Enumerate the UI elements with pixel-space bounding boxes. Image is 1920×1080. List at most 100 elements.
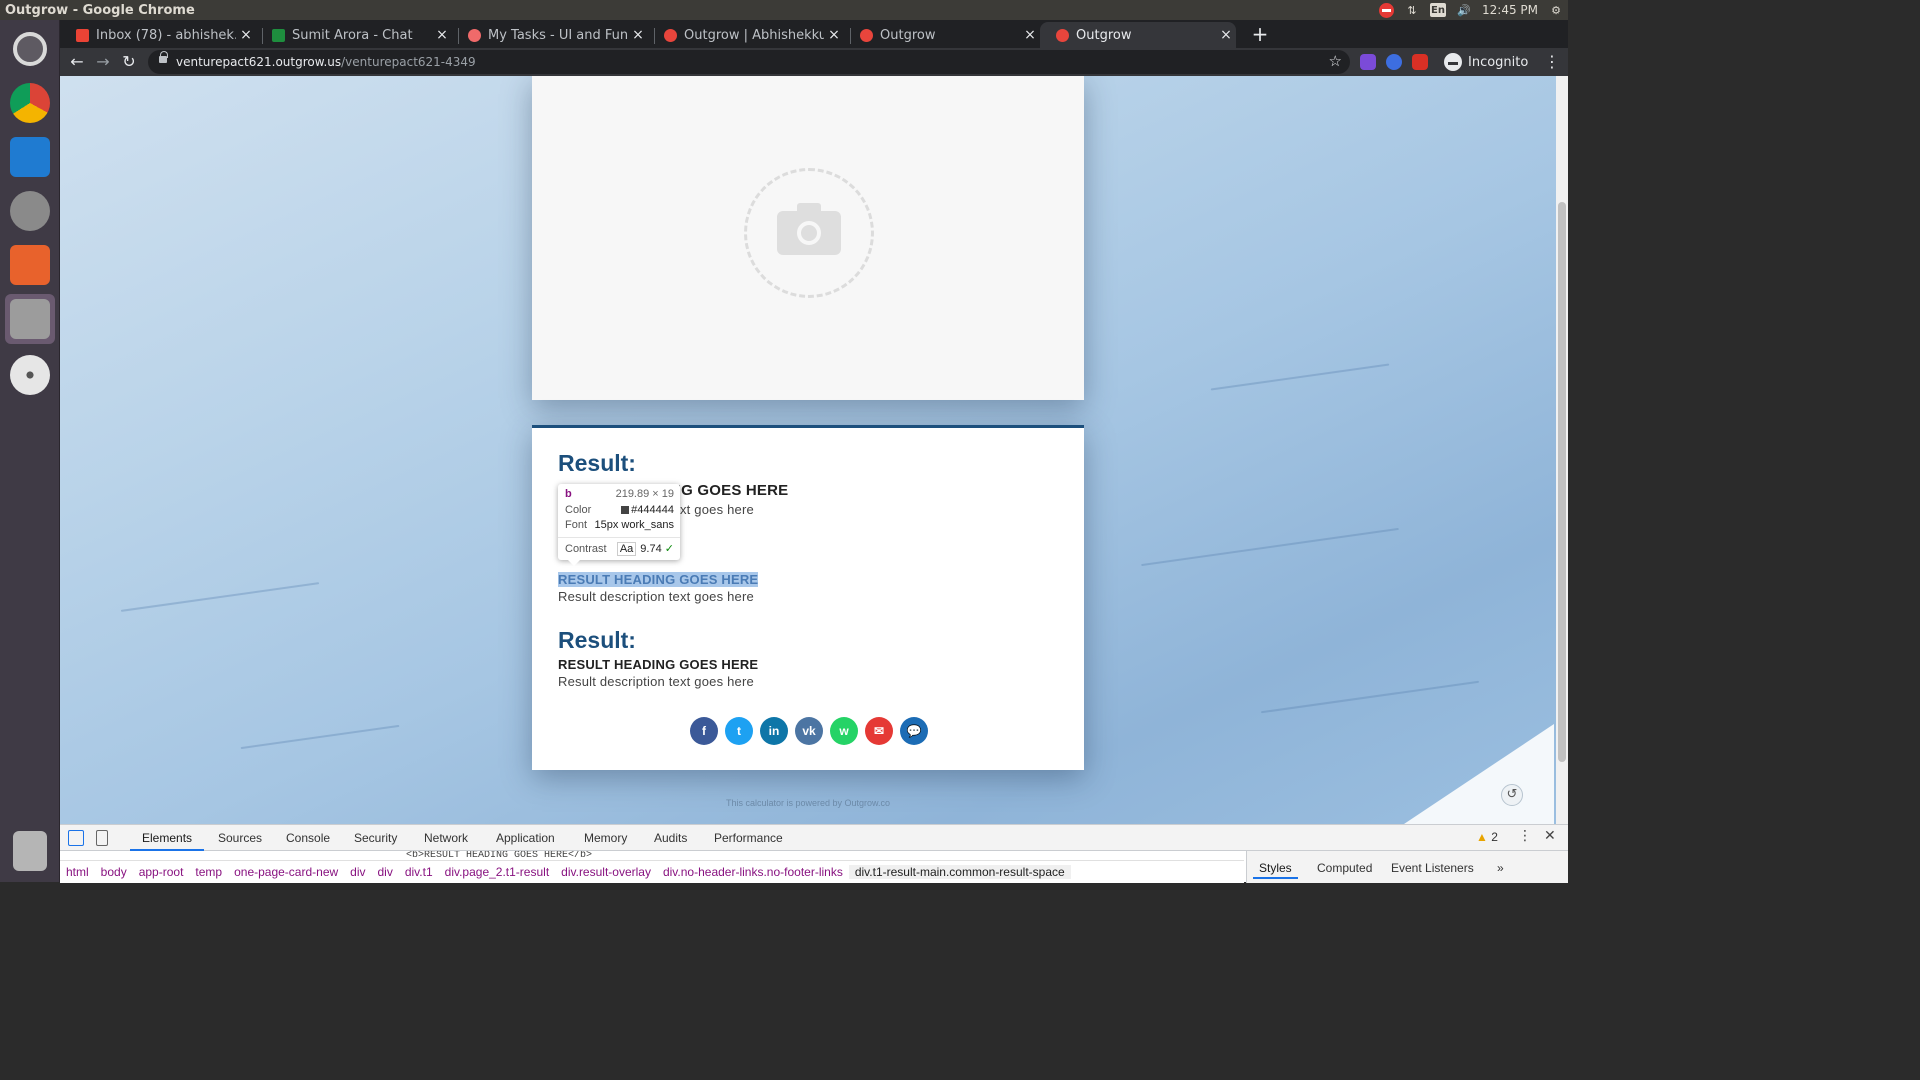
os-top-bar: Outgrow - Google Chrome ⇅ En 🔊 12:45 PM …: [0, 0, 1568, 20]
address-bar[interactable]: venturepact621.outgrow.us/venturepact621…: [148, 50, 1350, 74]
devtools-tab-application[interactable]: Application: [484, 825, 567, 851]
vk-share-button[interactable]: vk: [795, 717, 823, 745]
vscode-launcher-icon[interactable]: [5, 132, 55, 182]
breadcrumb-item[interactable]: body: [95, 865, 133, 879]
tab-close-icon[interactable]: ×: [432, 27, 452, 43]
inspect-element-icon[interactable]: [68, 830, 84, 846]
devtools-tab-sources[interactable]: Sources: [206, 825, 274, 851]
devtools-close-icon[interactable]: ✕: [1544, 828, 1556, 844]
breadcrumb-item[interactable]: div: [344, 865, 371, 879]
side-tabs-more-icon[interactable]: »: [1491, 857, 1510, 879]
extension-badge-icon[interactable]: [1412, 54, 1428, 70]
files-launcher-icon[interactable]: [5, 294, 55, 344]
devtools-tab-security[interactable]: Security: [342, 825, 409, 851]
devtools-tab-memory[interactable]: Memory: [572, 825, 639, 851]
breadcrumb-item-current[interactable]: div.t1-result-main.common-result-space: [848, 865, 1071, 879]
tab-close-icon[interactable]: ×: [824, 27, 844, 43]
browser-toolbar: ← → ↻ venturepact621.outgrow.us/venturep…: [60, 48, 1568, 76]
window-title: Outgrow - Google Chrome: [5, 2, 195, 18]
chrome-launcher-icon[interactable]: [5, 78, 55, 128]
breadcrumb-item[interactable]: one-page-card-new: [228, 865, 344, 879]
browser-tab-outgrow-1[interactable]: Outgrow | Abhishekkuma ×: [648, 22, 844, 48]
disc-launcher-icon[interactable]: [5, 350, 55, 400]
breadcrumb-item[interactable]: app-root: [133, 865, 190, 879]
breadcrumb-item[interactable]: div.result-overlay: [555, 865, 657, 879]
tooltip-contrast-value: 9.74: [640, 543, 662, 555]
trash-launcher-icon[interactable]: [5, 826, 55, 876]
breadcrumb-item[interactable]: temp: [189, 865, 228, 879]
system-settings-launcher-icon[interactable]: [5, 186, 55, 236]
breadcrumb-item[interactable]: div.t1: [399, 865, 439, 879]
incognito-profile[interactable]: Incognito: [1444, 51, 1528, 73]
reset-icon[interactable]: ↺: [1501, 784, 1523, 806]
outgrow-icon: [860, 28, 873, 42]
back-arrow-icon[interactable]: ←: [66, 51, 88, 73]
tooltip-tag: b: [565, 488, 572, 500]
linkedin-share-button[interactable]: in: [760, 717, 788, 745]
forward-arrow-icon[interactable]: →: [92, 51, 114, 73]
tab-close-icon[interactable]: ×: [236, 27, 256, 43]
devtools-tab-console[interactable]: Console: [274, 825, 342, 851]
keyboard-language[interactable]: En: [1430, 3, 1446, 17]
lock-icon[interactable]: [159, 51, 168, 63]
devtools-tabbar: Elements Sources Console Security Networ…: [60, 825, 1568, 851]
devtools-tab-performance[interactable]: Performance: [702, 825, 795, 851]
software-center-launcher-icon[interactable]: [5, 240, 55, 290]
ubuntu-home-icon[interactable]: [5, 24, 55, 74]
system-tray: ⇅ En 🔊 12:45 PM ⚙: [1379, 0, 1564, 20]
image-placeholder: [744, 168, 874, 298]
browser-tab-chat[interactable]: Sumit Arora - Chat ×: [256, 22, 452, 48]
color-swatch: [621, 506, 630, 514]
extension-gear-icon[interactable]: [1386, 54, 1402, 70]
tab-close-icon[interactable]: ×: [628, 27, 648, 43]
reload-icon[interactable]: ↻: [118, 51, 140, 73]
side-tab-event-listeners[interactable]: Event Listeners: [1385, 857, 1480, 879]
side-tab-computed[interactable]: Computed: [1311, 857, 1378, 879]
check-icon: ✓: [664, 543, 674, 555]
page-scrollbar[interactable]: [1556, 76, 1568, 824]
breadcrumb-item[interactable]: div.page_2.t1-result: [439, 865, 556, 879]
result-heading: RESULT HEADING GOES HERE: [558, 657, 759, 672]
result-title: Result:: [558, 627, 636, 653]
tab-close-icon[interactable]: ×: [1020, 27, 1040, 43]
warnings-badge[interactable]: ▲ 2: [1476, 830, 1498, 844]
extension-pen-icon[interactable]: [1360, 54, 1376, 70]
ubuntu-launcher: [0, 20, 60, 882]
dom-breadcrumbs: html body app-root temp one-page-card-ne…: [60, 860, 1244, 883]
device-toolbar-icon[interactable]: [96, 830, 108, 846]
browser-tab-tasks[interactable]: My Tasks - UI and Functior ×: [452, 22, 648, 48]
whatsapp-share-button[interactable]: w: [830, 717, 858, 745]
tooltip-font-value: 15px work_sans: [594, 519, 675, 531]
volume-icon[interactable]: 🔊: [1456, 3, 1472, 17]
settings-gear-icon[interactable]: ⚙: [1548, 3, 1564, 17]
clock[interactable]: 12:45 PM: [1482, 3, 1538, 17]
notification-stop-icon[interactable]: [1379, 2, 1394, 18]
email-share-button[interactable]: ✉: [865, 717, 893, 745]
devtools-tab-elements[interactable]: Elements: [130, 825, 205, 851]
messenger-share-button[interactable]: 💬: [900, 717, 928, 745]
breadcrumb-item[interactable]: div: [372, 865, 399, 879]
result-card: Result: RESULT HEADING GOES HERE Result …: [532, 425, 1084, 770]
url-text[interactable]: venturepact621.outgrow.us/venturepact621…: [176, 55, 476, 69]
breadcrumb-item[interactable]: div.no-header-links.no-footer-links: [657, 865, 849, 879]
facebook-share-button[interactable]: f: [690, 717, 718, 745]
browser-tab-outgrow-active[interactable]: Outgrow ×: [1040, 22, 1236, 48]
tab-close-icon[interactable]: ×: [1216, 27, 1236, 43]
scrollbar-thumb[interactable]: [1558, 202, 1566, 762]
side-tab-styles[interactable]: Styles: [1253, 857, 1298, 879]
devtools-tab-network[interactable]: Network: [412, 825, 480, 851]
devtools-tab-audits[interactable]: Audits: [642, 825, 699, 851]
powered-by-text[interactable]: This calculator is powered by Outgrow.co: [60, 798, 1556, 808]
selected-node-code[interactable]: <b>RESULT HEADING GOES HERE</b>: [406, 851, 592, 859]
browser-menu-kebab-icon[interactable]: ⋮: [1544, 51, 1560, 73]
twitter-share-button[interactable]: t: [725, 717, 753, 745]
bookmark-star-icon[interactable]: ☆: [1329, 52, 1342, 70]
result-description: Result description text goes here: [558, 674, 754, 689]
devtools-menu-kebab-icon[interactable]: ⋮: [1518, 828, 1532, 844]
browser-tab-gmail[interactable]: Inbox (78) - abhishek.kum ×: [60, 22, 256, 48]
network-arrows-icon[interactable]: ⇅: [1404, 3, 1420, 17]
page-viewport: Result: RESULT HEADING GOES HERE Result …: [60, 76, 1568, 824]
new-tab-button[interactable]: +: [1248, 23, 1272, 47]
browser-tab-outgrow-2[interactable]: Outgrow ×: [844, 22, 1040, 48]
breadcrumb-item[interactable]: html: [60, 865, 95, 879]
